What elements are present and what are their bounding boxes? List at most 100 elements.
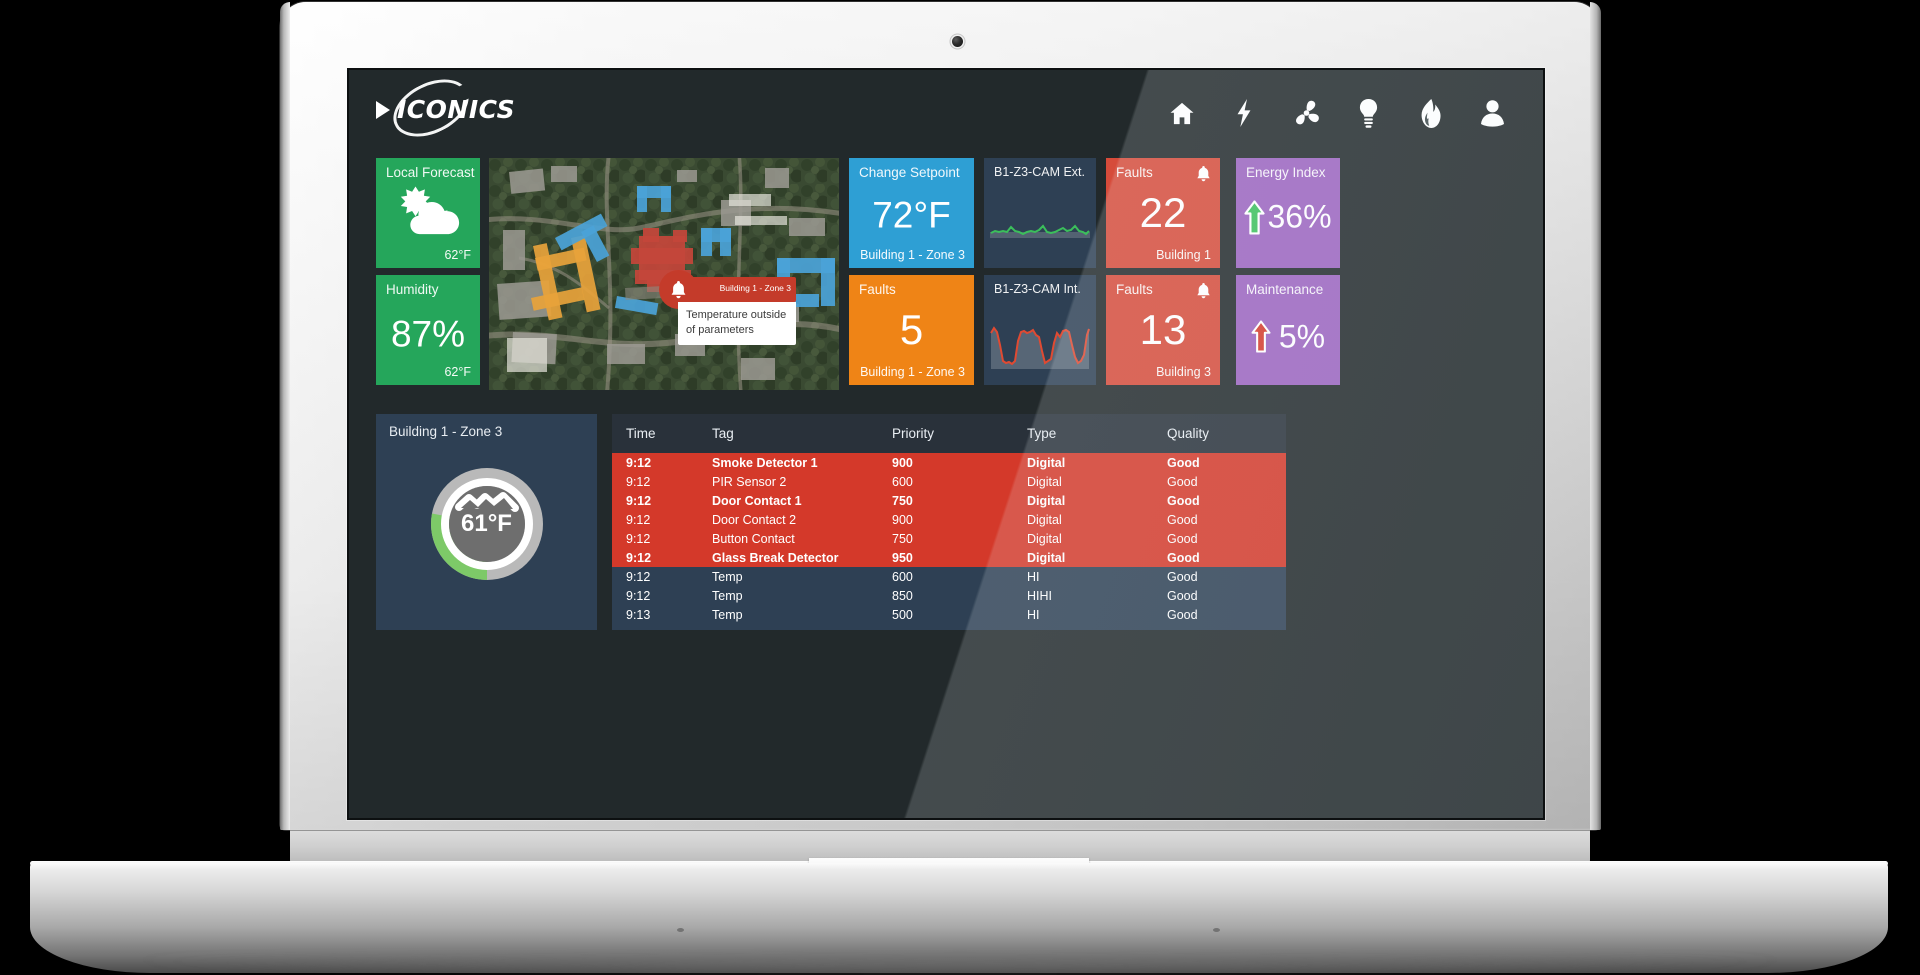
nav-user[interactable]: [1461, 84, 1523, 142]
tile-title: B1-Z3-CAM Int.: [994, 282, 1081, 296]
tile-title: B1-Z3-CAM Ext.: [994, 165, 1085, 179]
lightning-icon: [1237, 99, 1251, 127]
nav-energy[interactable]: [1213, 84, 1275, 142]
cell-tag: Door Contact 2: [712, 512, 797, 527]
cell-priority: 750: [892, 493, 913, 508]
tile-value: 5: [899, 306, 924, 353]
campus-map[interactable]: Building 1 - Zone 3 Temperature outside …: [489, 158, 839, 390]
tile-title: Humidity: [386, 282, 439, 297]
tile-footer: Building 1 - Zone 3: [860, 248, 965, 262]
cell-time: 9:12: [626, 550, 652, 565]
laptop-base: [30, 863, 1888, 973]
table-row[interactable]: 9:12 Door Contact 2 900 Digital Good: [612, 510, 1286, 529]
nav-hvac[interactable]: [1275, 84, 1337, 142]
cell-tag: Smoke Detector 1: [712, 455, 818, 470]
cell-quality: Good: [1167, 531, 1198, 546]
cell-priority: 500: [892, 607, 913, 622]
bell-icon: [1196, 283, 1211, 304]
cell-time: 9:13: [626, 607, 651, 622]
tooltip-body: Temperature outside of parameters: [678, 302, 796, 345]
nav-lighting[interactable]: [1337, 84, 1399, 142]
tile-cam-int[interactable]: B1-Z3-CAM Int.: [984, 275, 1096, 385]
cell-type: Digital: [1027, 455, 1066, 470]
cell-time: 9:12: [626, 512, 651, 527]
base-foot-left: [677, 928, 684, 932]
cell-priority: 750: [892, 531, 913, 546]
cell-time: 9:12: [626, 455, 652, 470]
table-row[interactable]: 9:12 Button Contact 750 Digital Good: [612, 529, 1286, 548]
cell-type: Digital: [1027, 531, 1062, 546]
fan-icon: [1295, 100, 1319, 125]
tile-faults-building1[interactable]: Faults 22 Building 1: [1106, 158, 1220, 268]
person-icon: [1480, 100, 1504, 127]
table-row[interactable]: 9:12 Temp 850 HIHI Good: [612, 586, 1286, 605]
tooltip-message: Temperature outside of parameters: [686, 309, 787, 336]
tile-title: Local Forecast: [386, 165, 475, 180]
gauge-value: 61°F: [461, 510, 512, 537]
tile-value: 22: [1139, 189, 1187, 236]
table-row[interactable]: 9:13 Temp 500 HI Good: [612, 605, 1286, 624]
cell-tag: Temp: [712, 569, 743, 584]
base-foot-right: [1213, 928, 1220, 932]
tile-title: Faults: [1116, 282, 1153, 297]
tile-value: 87%: [390, 313, 466, 355]
nav-home[interactable]: [1151, 84, 1213, 142]
column-header-tag[interactable]: Tag: [712, 414, 892, 453]
cell-tag: Temp: [712, 588, 743, 603]
cell-type: HIHI: [1027, 588, 1052, 603]
cell-quality: Good: [1167, 512, 1198, 527]
tile-cam-ext[interactable]: B1-Z3-CAM Ext.: [984, 158, 1096, 268]
column-header-quality[interactable]: Quality: [1167, 414, 1286, 453]
tile-maintenance[interactable]: Maintenance 5%: [1236, 275, 1340, 385]
flame-icon: [1421, 98, 1441, 128]
table-row[interactable]: 9:12 Door Contact 1 750 Digital Good: [612, 491, 1286, 510]
tile-faults-b1-z3[interactable]: Faults 5 Building 1 - Zone 3: [849, 275, 974, 385]
table-row[interactable]: 9:12 Smoke Detector 1 900 Digital Good: [612, 453, 1286, 472]
tile-value: 5%: [1278, 318, 1326, 355]
webcam-icon: [952, 36, 963, 47]
tile-footer: 62°F: [444, 365, 471, 379]
laptop-mockup: ICONICS Local Forecast 62°F Humidity 87%…: [0, 0, 1920, 975]
tile-title: Faults: [1116, 165, 1153, 180]
area-chart: [990, 326, 1090, 369]
cell-type: Digital: [1027, 512, 1062, 527]
tile-faults-building3[interactable]: Faults 13 Building 3: [1106, 275, 1220, 385]
tile-change-setpoint[interactable]: Change Setpoint 72°F Building 1 - Zone 3: [849, 158, 974, 268]
tile-value: 36%: [1267, 198, 1332, 235]
alarm-table-head: Time Tag Priority Type Quality: [612, 414, 1286, 453]
arrow-up-icon: [1251, 320, 1271, 353]
sparkline-chart: [990, 224, 1090, 238]
tile-humidity[interactable]: Humidity 87% 62°F: [376, 275, 480, 385]
cell-time: 9:12: [626, 493, 652, 508]
table-row[interactable]: 9:12 PIR Sensor 2 600 Digital Good: [612, 472, 1286, 491]
zone-gauge-panel[interactable]: Building 1 - Zone 3 61°F: [376, 414, 597, 630]
lid-edge-left: [280, 2, 290, 830]
map-imagery: [489, 158, 839, 390]
cell-type: Digital: [1027, 493, 1066, 508]
column-header-time[interactable]: Time: [612, 414, 712, 453]
column-header-priority[interactable]: Priority: [892, 414, 1027, 453]
table-row[interactable]: 9:12 Temp 600 HI Good: [612, 567, 1286, 586]
arrow-up-icon: [1244, 200, 1266, 235]
column-header-type[interactable]: Type: [1027, 414, 1167, 453]
cell-quality: Good: [1167, 493, 1200, 508]
cell-time: 9:12: [626, 474, 651, 489]
iconics-logo[interactable]: ICONICS: [376, 95, 515, 124]
tile-local-forecast[interactable]: Local Forecast 62°F: [376, 158, 480, 268]
cell-type: HI: [1027, 569, 1040, 584]
gauge-title: Building 1 - Zone 3: [389, 424, 503, 439]
cell-type: HI: [1027, 607, 1040, 622]
nav-fire[interactable]: [1399, 84, 1461, 142]
table-row[interactable]: 9:12 Glass Break Detector 950 Digital Good: [612, 548, 1286, 567]
cell-type: Digital: [1027, 550, 1066, 565]
header-nav: [1151, 84, 1523, 142]
cell-type: Digital: [1027, 474, 1062, 489]
alarm-table-body: 9:12 Smoke Detector 1 900 Digital Good 9:12 PI…: [612, 453, 1286, 624]
cell-tag: PIR Sensor 2: [712, 474, 787, 489]
tooltip-zone-label: Building 1 - Zone 3: [719, 283, 791, 293]
tile-energy-index[interactable]: Energy Index 36%: [1236, 158, 1340, 268]
alarm-table-panel[interactable]: Time Tag Priority Type Quality 9:12 Smoke…: [612, 414, 1286, 630]
lid-edge-right: [1590, 2, 1601, 830]
cell-time: 9:12: [626, 588, 651, 603]
tile-footer: 62°F: [444, 248, 471, 262]
